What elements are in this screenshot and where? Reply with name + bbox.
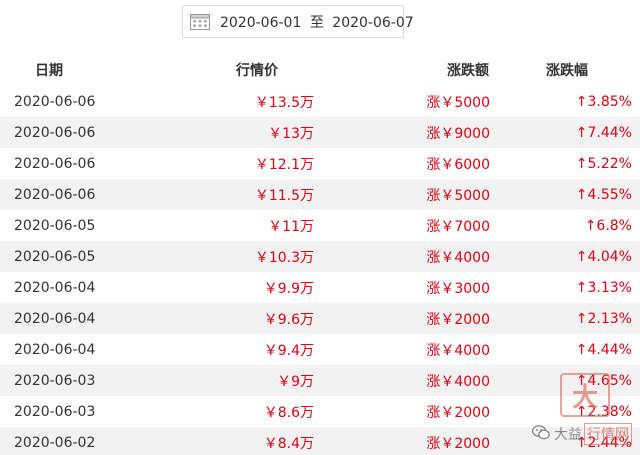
cell-change: 涨￥2000 — [426, 311, 490, 328]
cell-change: 涨￥4000 — [426, 373, 490, 390]
cell-change: 涨￥3000 — [426, 280, 490, 297]
cell-pct: ↑4.44% — [575, 341, 632, 358]
cell-pct: ↑2.44% — [575, 434, 632, 451]
cell-price: ￥13.5万 — [254, 94, 314, 111]
table-row: 2020-06-06 ￥11.5万 涨￥5000 ↑4.55% — [0, 179, 640, 210]
cell-change: 涨￥4000 — [426, 249, 490, 266]
table-row: 2020-06-04 ￥9.9万 涨￥3000 ↑3.13% — [0, 272, 640, 303]
cell-pct: ↑4.65% — [575, 372, 632, 389]
cell-date: 2020-06-06 — [14, 124, 96, 141]
price-table: 日期 行情价 涨跌额 涨跌幅 2020-06-06 ￥13.5万 涨￥5000 … — [0, 53, 640, 455]
header-date: 日期 — [35, 62, 63, 79]
cell-date: 2020-06-03 — [14, 372, 96, 389]
cell-pct: ↑2.13% — [575, 310, 632, 327]
cell-price: ￥8.4万 — [263, 435, 314, 452]
cell-date: 2020-06-04 — [14, 341, 96, 358]
cell-date: 2020-06-05 — [14, 248, 96, 265]
header-change: 涨跌额 — [447, 62, 489, 79]
cell-change: 涨￥2000 — [426, 435, 490, 452]
cell-pct: ↑4.55% — [575, 186, 632, 203]
date-separator: 至 — [309, 14, 324, 31]
cell-pct: ↑3.13% — [575, 279, 632, 296]
table-row: 2020-06-06 ￥12.1万 涨￥6000 ↑5.22% — [0, 148, 640, 179]
table-row: 2020-06-04 ￥9.4万 涨￥4000 ↑4.44% — [0, 334, 640, 365]
calendar-icon — [190, 13, 210, 30]
table-row: 2020-06-06 ￥13.5万 涨￥5000 ↑3.85% — [0, 86, 640, 117]
cell-pct: ↑4.04% — [575, 248, 632, 265]
cell-price: ￥9万 — [277, 373, 314, 390]
header-pct: 涨跌幅 — [546, 62, 588, 79]
cell-change: 涨￥5000 — [426, 187, 490, 204]
header-price: 行情价 — [236, 62, 278, 79]
cell-date: 2020-06-06 — [14, 186, 96, 203]
cell-date: 2020-06-06 — [14, 155, 96, 172]
table-row: 2020-06-05 ￥11万 涨￥7000 ↑6.8% — [0, 210, 640, 241]
table-row: 2020-06-05 ￥10.3万 涨￥4000 ↑4.04% — [0, 241, 640, 272]
cell-change: 涨￥4000 — [426, 342, 490, 359]
cell-date: 2020-06-02 — [14, 434, 96, 451]
cell-pct: ↑5.22% — [575, 155, 632, 172]
cell-change: 涨￥6000 — [426, 156, 490, 173]
cell-date: 2020-06-04 — [14, 279, 96, 296]
cell-date: 2020-06-05 — [14, 217, 96, 234]
cell-price: ￥9.6万 — [263, 311, 314, 328]
cell-change: 涨￥7000 — [426, 218, 490, 235]
table-row: 2020-06-03 ￥8.6万 涨￥2000 ↑2.38% — [0, 396, 640, 427]
cell-date: 2020-06-03 — [14, 403, 96, 420]
cell-price: ￥11.5万 — [254, 187, 314, 204]
table-row: 2020-06-06 ￥13万 涨￥9000 ↑7.44% — [0, 117, 640, 148]
cell-change: 涨￥5000 — [426, 94, 490, 111]
cell-price: ￥13万 — [268, 125, 314, 142]
cell-price: ￥9.9万 — [263, 280, 314, 297]
cell-price: ￥11万 — [268, 218, 314, 235]
table-row: 2020-06-02 ￥8.4万 涨￥2000 ↑2.44% — [0, 427, 640, 455]
cell-date: 2020-06-06 — [14, 93, 96, 110]
cell-pct: ↑7.44% — [575, 124, 632, 141]
date-start: 2020-06-01 — [220, 14, 302, 31]
date-range-picker[interactable]: 2020-06-01 至 2020-06-07 — [182, 5, 414, 38]
cell-change: 涨￥2000 — [426, 404, 490, 421]
cell-price: ￥10.3万 — [254, 249, 314, 266]
cell-change: 涨￥9000 — [426, 125, 490, 142]
table-header: 日期 行情价 涨跌额 涨跌幅 — [0, 53, 640, 86]
table-row: 2020-06-04 ￥9.6万 涨￥2000 ↑2.13% — [0, 303, 640, 334]
cell-date: 2020-06-04 — [14, 310, 96, 327]
price-history-page: 2020-06-01 至 2020-06-07 日期 行情价 涨跌额 涨跌幅 2… — [0, 0, 640, 455]
date-range-text: 2020-06-01 至 2020-06-07 — [218, 12, 416, 32]
table-row: 2020-06-03 ￥9万 涨￥4000 ↑4.65% — [0, 365, 640, 396]
date-end: 2020-06-07 — [332, 14, 414, 31]
cell-price: ￥9.4万 — [263, 342, 314, 359]
cell-price: ￥8.6万 — [263, 404, 314, 421]
cell-pct: ↑6.8% — [584, 217, 632, 234]
cell-pct: ↑2.38% — [575, 403, 632, 420]
cell-price: ￥12.1万 — [254, 156, 314, 173]
cell-pct: ↑3.85% — [575, 93, 632, 110]
